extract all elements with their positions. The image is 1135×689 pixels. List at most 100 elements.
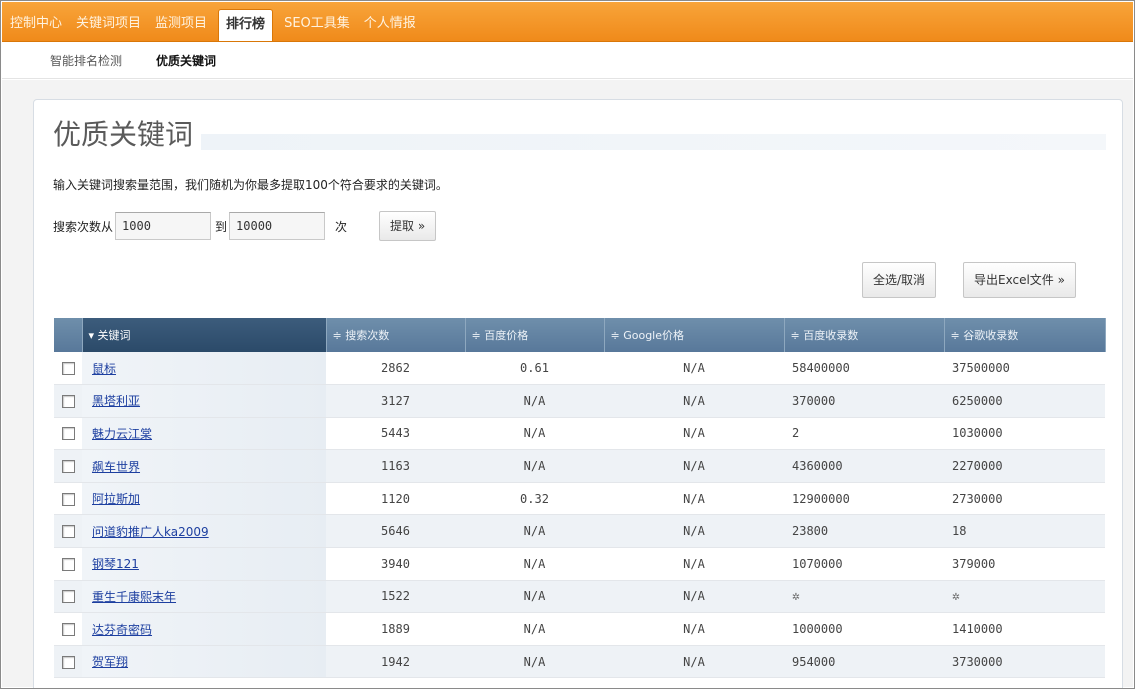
header-searches[interactable]: ≑ 搜索次数: [326, 318, 466, 352]
table-row: 达芬奇密码 1889 N/A N/A 1000000 1410000: [54, 612, 1105, 646]
searches-cell: 1889: [326, 612, 465, 646]
row-checkbox[interactable]: [61, 362, 75, 376]
row-checkbox-cell: [54, 645, 82, 679]
searches-cell: 1163: [326, 449, 465, 483]
searches-cell: 1942: [326, 645, 465, 679]
nav-item-rankings[interactable]: 排行榜: [218, 9, 274, 41]
row-checkbox-cell: [54, 417, 82, 451]
baidu-index-cell: 370000: [784, 384, 944, 418]
table-header-row: ▾ 关键词 ≑ 搜索次数 ≑ 百度价格 ≑ Google价格 ≑ 百度收录数 ≑…: [54, 318, 1106, 352]
keyword-cell: 飙车世界: [82, 449, 326, 483]
google-index-cell: 3730000: [944, 645, 1105, 679]
nav-item-personal-info[interactable]: 个人情报: [357, 9, 423, 41]
nav-item-seo-tools[interactable]: SEO工具集: [277, 9, 357, 41]
row-checkbox[interactable]: [61, 394, 75, 408]
header-checkbox-col: [54, 318, 83, 352]
to-label: 到: [215, 219, 228, 234]
keyword-cell: 鼠标: [82, 352, 326, 386]
table-row: 黑塔利亚 3127 N/A N/A 370000 6250000: [54, 384, 1105, 418]
nav-item-control-center[interactable]: 控制中心: [2, 9, 69, 41]
row-checkbox[interactable]: [61, 427, 75, 441]
keyword-link[interactable]: 问道豹推广人ka2009: [92, 525, 209, 539]
spinner-icon: ✲: [952, 588, 960, 604]
table-row: 重生千康熙末年 1522 N/A N/A ✲ ✲: [54, 580, 1105, 614]
table-row: 阿拉斯加 1120 0.32 N/A 12900000 2730000: [54, 482, 1105, 516]
keyword-link[interactable]: 钢琴121: [92, 557, 139, 571]
baidu-index-cell: 4360000: [784, 449, 944, 483]
keyword-cell: 贺军翔: [82, 645, 326, 679]
google-index-cell: ✲: [944, 580, 1105, 614]
row-checkbox-cell: [54, 514, 82, 549]
header-google-index[interactable]: ≑ 谷歌收录数: [944, 318, 1106, 352]
row-checkbox[interactable]: [61, 590, 75, 604]
subnav-item-smart-rank-check[interactable]: 智能排名检测: [50, 52, 122, 69]
baidu-price-cell: N/A: [465, 417, 604, 451]
keyword-cell: 黑塔利亚: [82, 384, 326, 418]
baidu-price-cell: N/A: [465, 580, 604, 614]
spinner-icon: ✲: [792, 588, 800, 604]
baidu-price-cell: 0.61: [465, 352, 604, 386]
top-nav: 控制中心 关键词项目 监测项目 排行榜 SEO工具集 个人情报: [2, 2, 1133, 42]
keyword-link[interactable]: 飙车世界: [92, 460, 140, 474]
baidu-index-cell: 58400000: [784, 352, 944, 386]
export-excel-button[interactable]: 导出Excel文件 »: [963, 262, 1076, 298]
keyword-cell: 魅力云江棠: [82, 417, 326, 451]
header-baidu-index[interactable]: ≑ 百度收录数: [784, 318, 945, 352]
baidu-index-cell: 2: [784, 417, 944, 451]
row-checkbox-cell: [54, 482, 82, 516]
header-keyword[interactable]: ▾ 关键词: [82, 318, 327, 352]
keyword-cell: 钢琴121: [82, 547, 326, 581]
table-row: 贺军翔 1942 N/A N/A 954000 3730000: [54, 645, 1105, 679]
baidu-price-cell: N/A: [465, 612, 604, 646]
page-description: 输入关键词搜索量范围，我们随机为你最多提取100个符合要求的关键词。: [53, 178, 448, 192]
keyword-link[interactable]: 贺军翔: [92, 655, 128, 669]
keyword-link[interactable]: 重生千康熙末年: [92, 590, 176, 604]
table-row: 魅力云江棠 5443 N/A N/A 2 1030000: [54, 417, 1105, 451]
searches-cell: 1120: [326, 482, 465, 516]
header-google-price[interactable]: ≑ Google价格: [604, 318, 785, 352]
nav-item-monitor-projects[interactable]: 监测项目: [148, 9, 214, 41]
google-price-cell: N/A: [604, 580, 784, 614]
baidu-index-cell: 23800: [784, 514, 944, 549]
searches-cell: 3940: [326, 547, 465, 581]
row-checkbox[interactable]: [61, 492, 75, 506]
fetch-button[interactable]: 提取 »: [379, 211, 437, 241]
search-range-form: 搜索次数从 到 次: [53, 211, 357, 241]
row-checkbox-cell: [54, 612, 82, 646]
keyword-link[interactable]: 达芬奇密码: [92, 623, 152, 637]
table-row: 鼠标 2862 0.61 N/A 58400000 37500000: [54, 352, 1105, 386]
row-checkbox[interactable]: [61, 557, 75, 571]
row-checkbox[interactable]: [61, 623, 75, 637]
nav-item-keyword-projects[interactable]: 关键词项目: [69, 9, 148, 41]
baidu-index-cell: 954000: [784, 645, 944, 679]
google-price-cell: N/A: [604, 352, 784, 386]
baidu-index-cell: 12900000: [784, 482, 944, 516]
select-all-button[interactable]: 全选/取消: [862, 262, 937, 298]
row-checkbox[interactable]: [61, 655, 75, 669]
google-index-cell: 1410000: [944, 612, 1105, 646]
keyword-link[interactable]: 鼠标: [92, 362, 116, 376]
row-checkbox[interactable]: [61, 525, 75, 539]
google-price-cell: N/A: [604, 417, 784, 451]
keyword-cell: 阿拉斯加: [82, 482, 326, 516]
table-body: 鼠标 2862 0.61 N/A 58400000 37500000 黑塔利亚 3127 N/A…: [54, 352, 1105, 679]
keyword-link[interactable]: 黑塔利亚: [92, 394, 140, 408]
from-input[interactable]: [115, 212, 212, 240]
keyword-cell: 问道豹推广人ka2009: [82, 514, 326, 549]
row-checkbox[interactable]: [61, 460, 75, 474]
searches-cell: 5443: [326, 417, 465, 451]
row-checkbox-cell: [54, 352, 82, 386]
to-input[interactable]: [229, 212, 326, 240]
baidu-index-cell: 1070000: [784, 547, 944, 581]
app-frame: 控制中心 关键词项目 监测项目 排行榜 SEO工具集 个人情报 智能排名检测 优…: [0, 0, 1135, 689]
google-index-cell: 1030000: [944, 417, 1105, 451]
google-price-cell: N/A: [604, 645, 784, 679]
keyword-link[interactable]: 阿拉斯加: [92, 492, 140, 506]
keyword-link[interactable]: 魅力云江棠: [92, 427, 152, 441]
unit-label: 次: [335, 219, 348, 234]
header-baidu-price[interactable]: ≑ 百度价格: [465, 318, 605, 352]
subnav-item-quality-keywords[interactable]: 优质关键词: [156, 52, 216, 69]
row-checkbox-cell: [54, 580, 82, 614]
google-price-cell: N/A: [604, 514, 784, 549]
google-index-cell: 2730000: [944, 482, 1105, 516]
